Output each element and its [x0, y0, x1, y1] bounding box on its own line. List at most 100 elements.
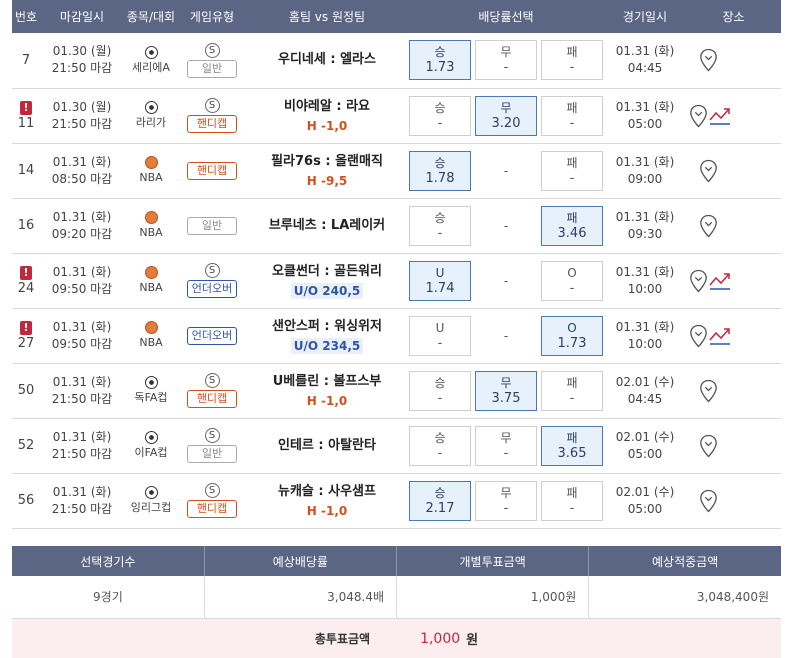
odds-button[interactable]: 패-: [541, 150, 603, 191]
game-date: 01.31 (화): [615, 154, 675, 169]
summary-count: 9경기: [12, 576, 205, 619]
summary-header-payout: 예상적중금액: [588, 546, 781, 576]
header-league: 종목/대회: [124, 0, 178, 33]
location-pin-icon[interactable]: [689, 324, 708, 348]
odds-label: 승: [434, 155, 446, 170]
odds-button[interactable]: 패-: [541, 480, 603, 521]
odds-label: 패: [566, 210, 578, 225]
match-line: H -1,0: [306, 118, 348, 133]
match-teams: 뉴캐슬 : 사우샘프: [278, 483, 376, 499]
cell-num: ! 24: [12, 253, 40, 309]
cell-game-date: 01.31 (화) 09:00: [604, 143, 686, 199]
odds-value: -: [503, 445, 509, 461]
location-pin-icon[interactable]: [689, 104, 708, 128]
location-pin-icon[interactable]: [699, 214, 718, 238]
cell-deadline: 01.31 (화) 09:50 마감: [40, 308, 124, 364]
cell-place: [686, 418, 781, 474]
odds-button[interactable]: O 1.73: [541, 315, 603, 356]
cell-league: NBA: [124, 198, 178, 254]
match-line: H -1,0: [306, 393, 348, 408]
header-date: 경기일시: [604, 0, 686, 33]
odds-button[interactable]: 승 1.78: [409, 150, 471, 191]
location-pin-icon[interactable]: [699, 159, 718, 183]
trend-chart-icon[interactable]: [709, 106, 731, 126]
cell-game-type: S 언더오버: [178, 253, 246, 309]
table-row: 52 01.31 (화) 21:50 마감 이FA컵 S 일반 인테르 : 아탈란타 승 - 무 -…: [12, 418, 781, 474]
location-pin-icon[interactable]: [699, 489, 718, 513]
game-number: 14: [17, 163, 35, 178]
odds-value: -: [437, 225, 443, 241]
odds-button[interactable]: 패 3.46: [541, 205, 603, 246]
odds-dash: -: [503, 273, 509, 288]
odds-button[interactable]: 무-: [475, 40, 537, 81]
deadline-date: 01.30 (월): [52, 99, 112, 114]
match-teams: 필라76s : 올랜매직: [271, 153, 383, 169]
location-pin-icon[interactable]: [689, 269, 708, 293]
table-row: 50 01.31 (화) 21:50 마감 독FA컵 S 핸디캡 U베를린 : 볼프스부 H …: [12, 363, 781, 419]
table-row: 14 01.31 (화) 08:50 마감 NBA 핸디캡 필라76s : 올랜매직 H -…: [12, 143, 781, 199]
odds-value: -: [569, 390, 575, 406]
location-pin-icon[interactable]: [699, 379, 718, 403]
odds-button[interactable]: 패-: [541, 370, 603, 411]
odds-button[interactable]: 무 3.20: [475, 95, 537, 136]
odds-button[interactable]: O-: [541, 260, 603, 301]
trend-chart-icon[interactable]: [709, 271, 731, 291]
odds-dash: -: [503, 163, 509, 178]
game-date: 02.01 (수): [615, 374, 675, 389]
cell-deadline: 01.31 (화) 21:50 마감: [40, 363, 124, 419]
game-time: 09:00: [627, 171, 663, 186]
odds-label: 무: [500, 100, 512, 115]
deadline-time: 21:50 마감: [51, 501, 113, 516]
odds-label: 승: [434, 485, 446, 500]
game-type-badge: 일반: [187, 216, 237, 235]
table-row: 7 01.30 (월) 21:50 마감 세리에A S 일반 우디네세 : 엘라스 승 1.73…: [12, 33, 781, 89]
odds-button[interactable]: 무 3.75: [475, 370, 537, 411]
odds-button[interactable]: 승-: [409, 370, 471, 411]
deadline-time: 21:50 마감: [51, 116, 113, 131]
header-match: 홈팀 vs 원정팀: [246, 0, 408, 33]
cell-league: 세리에A: [124, 33, 178, 89]
cell-odds: 승 - 무 - 패 3.65: [408, 418, 604, 474]
cell-league: NBA: [124, 143, 178, 199]
odds-button[interactable]: 승-: [409, 205, 471, 246]
deadline-time: 09:50 마감: [51, 281, 113, 296]
odds-button[interactable]: 승-: [409, 425, 471, 466]
odds-button[interactable]: U 1.74: [409, 260, 471, 301]
game-type-badge: 언더오버: [187, 326, 237, 345]
odds-label: 패: [566, 100, 578, 115]
odds-button[interactable]: 패-: [541, 40, 603, 81]
location-pin-icon[interactable]: [699, 434, 718, 458]
odds-button[interactable]: 승 2.17: [409, 480, 471, 521]
cell-odds: 승 1.78 - 패 -: [408, 143, 604, 199]
odds-button[interactable]: 무-: [475, 480, 537, 521]
game-number: 56: [17, 493, 35, 508]
odds-button[interactable]: 패-: [541, 95, 603, 136]
cell-odds: U 1.74- O -: [408, 253, 604, 309]
odds-button[interactable]: U-: [409, 315, 471, 356]
header-deadline: 마감일시: [40, 0, 124, 33]
odds-value: -: [569, 280, 575, 296]
odds-value: -: [569, 500, 575, 516]
odds-value: -: [437, 445, 443, 461]
total-unit: 원: [466, 633, 479, 648]
game-number: 11: [17, 115, 35, 131]
odds-button[interactable]: 패 3.65: [541, 425, 603, 466]
game-date: 01.31 (화): [615, 44, 675, 59]
cell-game-date: 02.01 (수) 04:45: [604, 363, 686, 419]
deadline-time: 08:50 마감: [51, 171, 113, 186]
soccer-ball-icon: [144, 431, 158, 444]
cell-deadline: 01.31 (화) 21:50 마감: [40, 473, 124, 529]
cell-odds: 승 - 무 3.75 패 -: [408, 363, 604, 419]
odds-button[interactable]: 승 1.73: [409, 40, 471, 81]
location-pin-icon[interactable]: [699, 48, 718, 72]
match-line: U/O 234,5: [290, 337, 364, 354]
cell-place: [686, 308, 781, 364]
deadline-date: 01.31 (화): [52, 484, 112, 499]
cell-game-date: 01.31 (화) 05:00: [604, 88, 686, 144]
odds-button[interactable]: 승-: [409, 95, 471, 136]
trend-chart-icon[interactable]: [709, 326, 731, 346]
odds-value: 2.17: [425, 500, 455, 516]
odds-label: 승: [434, 430, 446, 445]
odds-button[interactable]: 무-: [475, 425, 537, 466]
special-s-icon: S: [204, 373, 220, 388]
